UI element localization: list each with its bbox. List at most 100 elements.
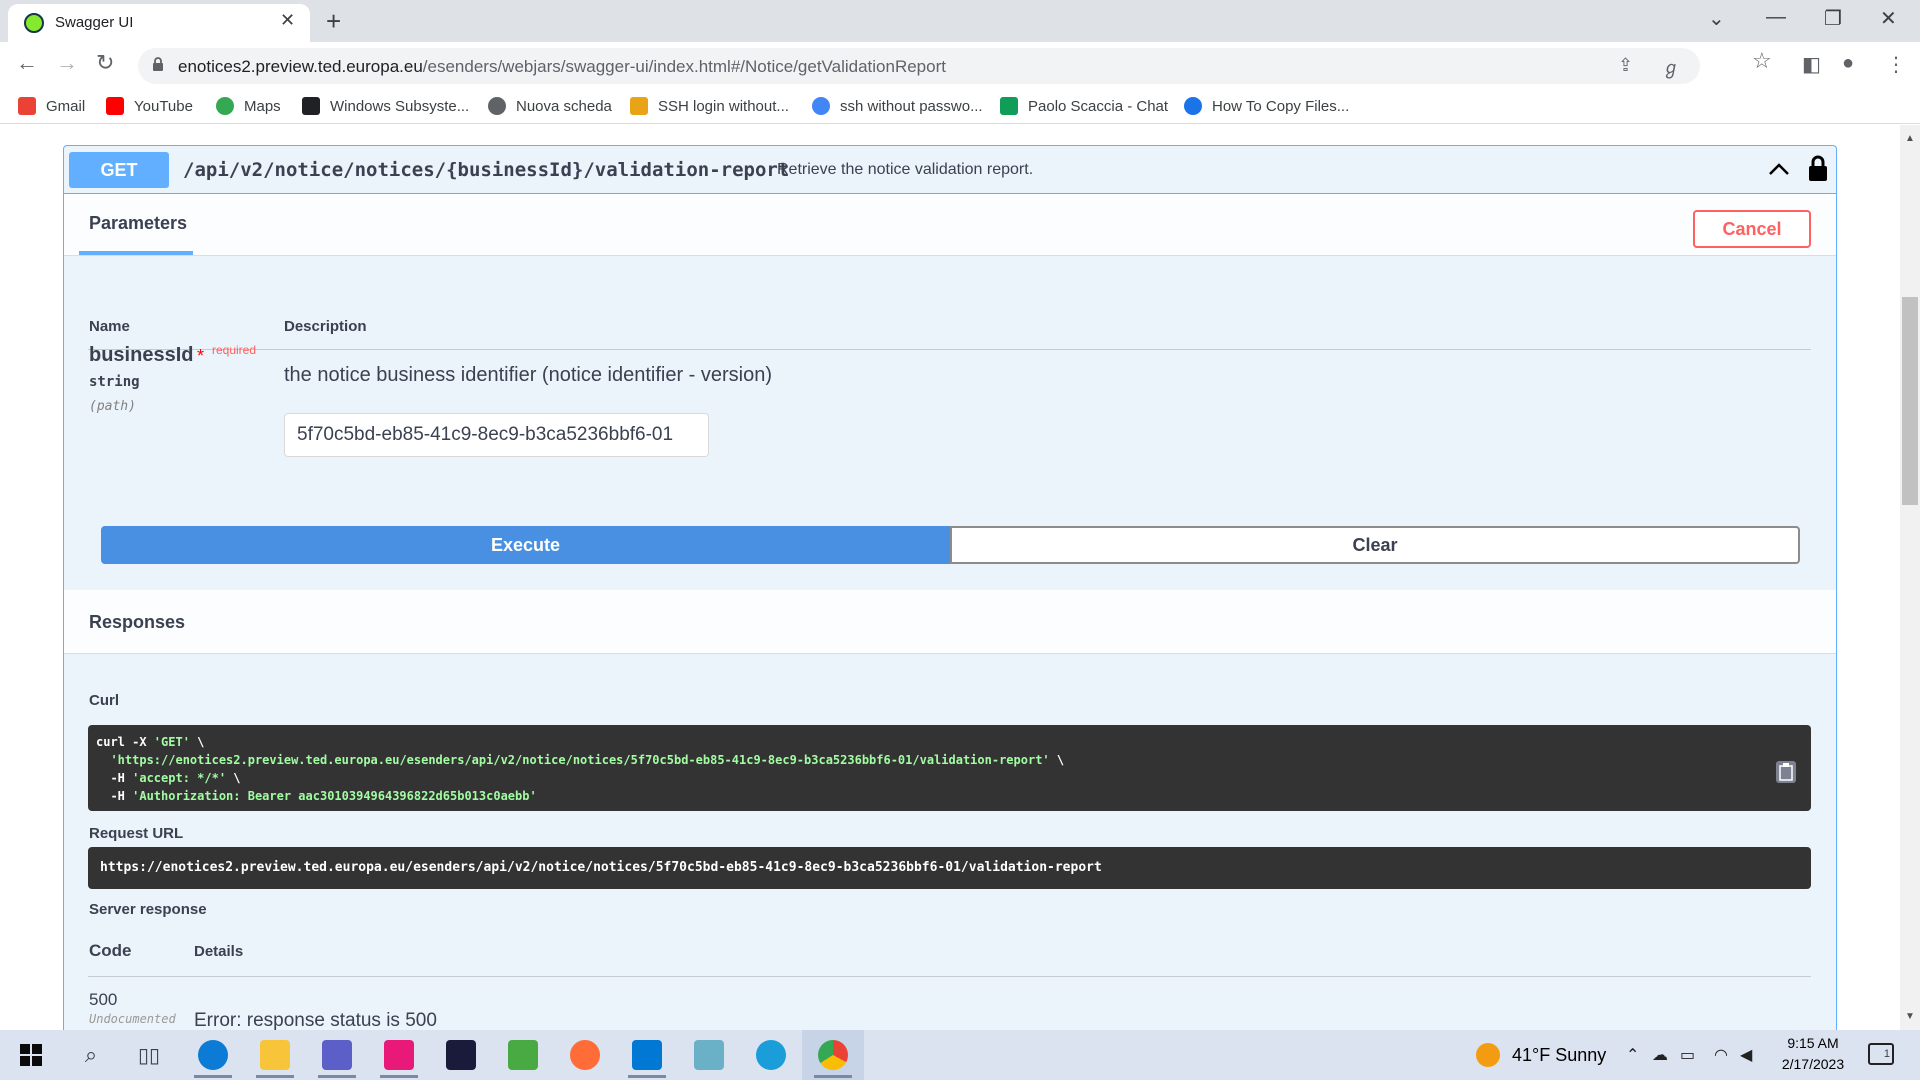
chevron-up-icon[interactable] — [1766, 156, 1792, 182]
bookmark-nuova-scheda[interactable]: Nuova scheda — [488, 94, 612, 118]
tray-chevron-up-icon[interactable]: ⌃ — [1626, 1045, 1639, 1065]
running-indicator — [256, 1075, 294, 1078]
weather-text[interactable]: 41°F Sunny — [1512, 1045, 1606, 1066]
responses-header: Responses — [64, 590, 1836, 654]
taskbar-edge[interactable] — [182, 1030, 244, 1080]
page-scrollbar[interactable]: ▲ ▼ — [1900, 125, 1920, 1030]
sun-weather-icon[interactable] — [1476, 1043, 1500, 1067]
start-button[interactable] — [0, 1030, 62, 1080]
translate-icon[interactable]: ℊ — [1662, 54, 1680, 80]
responses-title: Responses — [89, 612, 186, 632]
bookmark-wsl[interactable]: Windows Subsyste... — [302, 94, 469, 118]
business-id-input[interactable] — [284, 413, 709, 457]
app-icon — [756, 1040, 786, 1070]
running-indicator — [814, 1075, 852, 1078]
maximize-icon[interactable]: ❐ — [1824, 6, 1842, 31]
forward-icon[interactable]: → — [56, 50, 78, 76]
back-icon[interactable]: ← — [16, 50, 38, 76]
taskbar-webex[interactable] — [430, 1030, 492, 1080]
tab-parameters[interactable]: Parameters — [89, 213, 187, 234]
side-panel-icon[interactable]: ◧ — [1802, 52, 1821, 77]
operation-path: /api/v2/notice/notices/{businessId}/vali… — [183, 159, 790, 181]
volume-icon[interactable]: ◀ — [1740, 1045, 1752, 1065]
column-header-description: Description — [284, 318, 367, 335]
curl-code-block[interactable]: curl -X 'GET' \ 'https://enotices2.previ… — [88, 725, 1811, 811]
profile-avatar-icon[interactable]: ● — [1842, 52, 1854, 75]
close-window-icon[interactable]: ✕ — [1880, 6, 1897, 31]
taskbar-editor[interactable] — [678, 1030, 740, 1080]
bookmark-ssh-login[interactable]: SSH login without... — [630, 94, 789, 118]
parameter-type: string — [89, 374, 140, 390]
clear-button[interactable]: Clear — [950, 526, 1800, 564]
request-url-value: https://enotices2.preview.ted.europa.eu/… — [88, 847, 1811, 889]
clock-time[interactable]: 9:15 AM — [1768, 1035, 1858, 1051]
parameters-header: Parameters Cancel — [64, 194, 1836, 256]
battery-icon[interactable]: ▭ — [1680, 1045, 1695, 1065]
youtube-icon — [106, 97, 124, 115]
windows-taskbar: ⌕ ▯▯ 41°F Sunny ⌃ ☁ ▭ ◠ ◀ 9:15 AM 2/17/2… — [0, 1030, 1920, 1080]
taskbar-chrome[interactable] — [802, 1030, 864, 1080]
taskbar-vscode[interactable] — [616, 1030, 678, 1080]
browser-tab-swagger[interactable]: Swagger UI ✕ — [8, 4, 310, 42]
taskbar-postman[interactable] — [554, 1030, 616, 1080]
chat-icon — [1000, 97, 1018, 115]
taskbar-file-explorer[interactable] — [244, 1030, 306, 1080]
new-tab-button[interactable]: + — [326, 6, 341, 37]
page-viewport: GET /api/v2/notice/notices/{businessId}/… — [0, 125, 1900, 1030]
required-label: required — [212, 343, 257, 357]
bookmark-youtube[interactable]: YouTube — [106, 94, 193, 118]
wifi-icon[interactable]: ◠ — [1714, 1045, 1728, 1065]
taskbar-teams[interactable] — [306, 1030, 368, 1080]
scrollbar-thumb[interactable] — [1902, 297, 1918, 505]
bookmark-maps[interactable]: Maps — [216, 94, 281, 118]
cancel-button[interactable]: Cancel — [1693, 210, 1811, 248]
parameter-name: businessId — [89, 344, 194, 366]
copy-to-clipboard-icon[interactable] — [1775, 760, 1797, 784]
operation-summary[interactable]: GET /api/v2/notice/notices/{businessId}/… — [64, 146, 1836, 194]
running-indicator — [380, 1075, 418, 1078]
share-icon[interactable]: ⇪ — [1618, 55, 1633, 76]
request-url-label: Request URL — [89, 825, 184, 842]
scroll-up-arrow-icon[interactable]: ▲ — [1905, 133, 1915, 144]
bookmark-copy-files[interactable]: How To Copy Files... — [1184, 94, 1349, 118]
ssh-icon — [630, 97, 648, 115]
google-icon — [812, 97, 830, 115]
required-star: * — [197, 346, 205, 366]
running-indicator — [628, 1075, 666, 1078]
authorization-lock-icon[interactable] — [1807, 154, 1829, 182]
bookmark-ssh-without[interactable]: ssh without passwo... — [812, 94, 983, 118]
gmail-icon — [18, 97, 36, 115]
edge-icon — [198, 1040, 228, 1070]
teams-icon — [322, 1040, 352, 1070]
taskbar-search[interactable]: ⌕ — [60, 1030, 122, 1080]
webex-icon — [446, 1040, 476, 1070]
tab-title: Swagger UI — [55, 14, 134, 31]
notification-center-icon[interactable]: 1 — [1868, 1043, 1894, 1065]
windows-logo-icon — [20, 1044, 42, 1066]
minimize-icon[interactable]: — — [1766, 6, 1786, 29]
bookmark-gmail[interactable]: Gmail — [18, 94, 85, 118]
http-method-badge: GET — [69, 152, 169, 188]
reload-icon[interactable]: ↻ — [96, 50, 114, 76]
menu-kebab-icon[interactable]: ⋮ — [1886, 52, 1906, 77]
parameter-description: the notice business identifier (notice i… — [284, 364, 773, 386]
bookmark-star-icon[interactable]: ☆ — [1752, 48, 1772, 74]
scroll-down-arrow-icon[interactable]: ▼ — [1905, 1011, 1915, 1022]
taskbar-app[interactable] — [740, 1030, 802, 1080]
execute-button[interactable]: Execute — [101, 526, 950, 564]
bookmarks-bar: Gmail YouTube Maps Windows Subsyste... N… — [0, 88, 1920, 124]
taskbar-task-view[interactable]: ▯▯ — [118, 1030, 180, 1080]
lock-icon[interactable] — [152, 56, 164, 72]
address-bar[interactable]: enotices2.preview.ted.europa.eu/esenders… — [138, 48, 1700, 84]
onedrive-cloud-icon[interactable]: ☁ — [1652, 1045, 1668, 1065]
tab-close-icon[interactable]: ✕ — [280, 10, 295, 31]
folder-icon — [260, 1040, 290, 1070]
clock-date[interactable]: 2/17/2023 — [1768, 1056, 1858, 1072]
taskbar-notepad[interactable] — [492, 1030, 554, 1080]
bookmark-chat[interactable]: Paolo Scaccia - Chat — [1000, 94, 1168, 118]
task-view-icon: ▯▯ — [137, 1044, 160, 1067]
divider — [88, 976, 1811, 977]
taskbar-intellij[interactable] — [368, 1030, 430, 1080]
running-indicator — [194, 1075, 232, 1078]
tab-search-chevron-icon[interactable]: ⌄ — [1708, 6, 1725, 31]
